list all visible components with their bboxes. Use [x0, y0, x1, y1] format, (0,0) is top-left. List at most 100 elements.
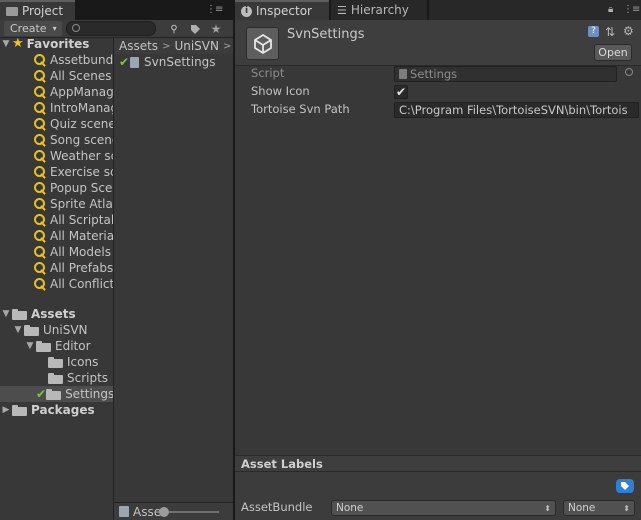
tab-inspector[interactable]: i Inspector	[235, 0, 329, 20]
script-value: Settings	[410, 67, 458, 81]
icons-folder[interactable]: Icons	[0, 354, 113, 370]
folder-icon	[24, 324, 39, 336]
favorite-item[interactable]: IntroManag	[0, 100, 113, 116]
expand-arrow-icon[interactable]: ▼	[24, 338, 36, 354]
search-icon	[32, 181, 46, 195]
gear-icon[interactable]: ⚙	[623, 24, 634, 38]
search-icon	[32, 229, 46, 243]
help-icon[interactable]: ?	[588, 26, 599, 37]
script-label: Script	[251, 66, 285, 80]
breadcrumb-unisvn[interactable]: UniSVN	[174, 39, 219, 53]
star-filter-icon[interactable]: ★	[208, 21, 224, 37]
info-icon: i	[241, 5, 252, 17]
favorite-item[interactable]: Assetbundl	[0, 52, 113, 68]
favorite-item[interactable]: AppManage	[0, 84, 113, 100]
search-icon	[32, 165, 46, 179]
project-footer: Asse	[114, 502, 233, 520]
favorite-item[interactable]: Quiz scene	[0, 116, 113, 132]
script-file-icon	[399, 69, 407, 79]
object-picker-icon[interactable]	[625, 68, 633, 76]
favorite-label: Exercise sc	[50, 165, 113, 179]
folder-icon	[48, 372, 63, 384]
favorite-label: All Prefabs	[50, 261, 113, 275]
scripts-folder[interactable]: Scripts	[0, 370, 113, 386]
expand-arrow-icon[interactable]: ▼	[12, 322, 24, 338]
variant-dropdown[interactable]: None ⬍	[563, 500, 635, 516]
open-button[interactable]: Open	[594, 44, 632, 61]
assets-root[interactable]: ▼ Assets	[0, 306, 113, 322]
unisvn-label: UniSVN	[43, 323, 88, 337]
zoom-slider[interactable]	[159, 507, 219, 517]
favorite-item[interactable]: All Conflicte	[0, 276, 113, 292]
favorite-item[interactable]: All Material	[0, 228, 113, 244]
folder-tree: ▼ ★ Favorites Assetbundl All Scenes AppMan…	[0, 38, 113, 520]
packages-root[interactable]: ▶ Packages	[0, 402, 113, 418]
presets-icon[interactable]: ⇅	[605, 25, 615, 39]
favorite-label: All Conflicte	[50, 277, 113, 291]
project-toolbar: Create ▾ ⚲ ★	[0, 20, 233, 38]
favorite-label: Song scene	[50, 133, 113, 147]
tab-hierarchy[interactable]: ☰ Hierarchy	[331, 0, 427, 20]
chevron-right-icon: >	[222, 40, 232, 52]
favorite-item[interactable]: All Scriptab	[0, 212, 113, 228]
assetbundle-value: None	[336, 502, 364, 514]
favorite-item[interactable]: Sprite Atlas	[0, 196, 113, 212]
search-icon	[32, 213, 46, 227]
settings-folder[interactable]: ✔ Settings	[0, 386, 113, 402]
settings-label: Settings	[65, 387, 113, 401]
folder-icon	[48, 356, 63, 368]
search-icon	[32, 53, 46, 67]
search-input[interactable]	[66, 21, 156, 36]
expand-arrow-icon[interactable]: ▶	[0, 402, 12, 418]
svn-path-input[interactable]: C:\Program Files\TortoiseSVN\bin\Tortois	[394, 102, 639, 118]
hierarchy-list-icon: ☰	[337, 3, 347, 17]
panel-menu-icon[interactable]: ⋮≡	[623, 4, 640, 15]
lock-icon[interactable]: 🔒︎	[608, 4, 613, 15]
breadcrumb-assets[interactable]: Assets	[119, 39, 158, 53]
search-by-type-icon[interactable]: ⚲	[166, 21, 182, 37]
search-icon	[32, 261, 46, 275]
favorite-item[interactable]: Weather sc	[0, 148, 113, 164]
svn-path-label: Tortoise Svn Path	[251, 102, 350, 116]
favorite-item[interactable]: All Models	[0, 244, 113, 260]
star-icon: ★	[12, 38, 24, 51]
zoom-slider-handle[interactable]	[159, 507, 169, 517]
unity-cube-icon	[246, 27, 279, 60]
inspector-tab-strip: i Inspector ☰ Hierarchy 🔒︎ ⋮≡	[235, 0, 641, 20]
tag-filter-icon[interactable]	[187, 21, 203, 37]
assetbundle-dropdown[interactable]: None ⬍	[331, 500, 556, 516]
variant-value: None	[568, 502, 596, 514]
favorites-header[interactable]: ▼ ★ Favorites	[0, 38, 113, 52]
expand-arrow-icon[interactable]: ▼	[0, 38, 12, 52]
file-item-svnsettings[interactable]: ✔ SvnSettings	[114, 54, 233, 70]
favorite-label: IntroManag	[50, 101, 113, 115]
search-icon	[32, 197, 46, 211]
search-icon	[32, 133, 46, 147]
tag-icon[interactable]	[616, 479, 634, 493]
create-dropdown[interactable]: Create ▾	[4, 21, 62, 36]
favorite-item[interactable]: All Scenes	[0, 68, 113, 84]
search-icon	[32, 117, 46, 131]
editor-folder[interactable]: ▼ Editor	[0, 338, 113, 354]
dropdown-arrows-icon: ⬍	[544, 503, 551, 513]
tab-inspector-label: Inspector	[256, 4, 312, 18]
unisvn-folder[interactable]: ▼ UniSVN	[0, 322, 113, 338]
favorite-item[interactable]: Popup Scer	[0, 180, 113, 196]
expand-arrow-icon[interactable]: ▼	[0, 306, 12, 322]
create-label: Create	[10, 22, 47, 35]
show-icon-checkbox[interactable]: ✔	[394, 85, 408, 99]
favorites-label: Favorites	[26, 38, 90, 51]
favorite-label: All Scriptab	[50, 213, 113, 227]
favorite-item[interactable]: Exercise sc	[0, 164, 113, 180]
folder-icon	[36, 340, 51, 352]
favorite-label: All Material	[50, 229, 113, 243]
panel-menu-icon[interactable]: ⋮≡	[206, 4, 223, 15]
favorite-item[interactable]: All Prefabs	[0, 260, 113, 276]
assets-label: Assets	[31, 307, 76, 321]
footer-path: Asse	[133, 504, 162, 519]
favorite-label: Quiz scene	[50, 117, 113, 131]
search-icon	[32, 101, 46, 115]
folder-icon	[12, 308, 27, 320]
favorite-item[interactable]: Song scene	[0, 132, 113, 148]
tab-project[interactable]: Project	[0, 0, 75, 20]
